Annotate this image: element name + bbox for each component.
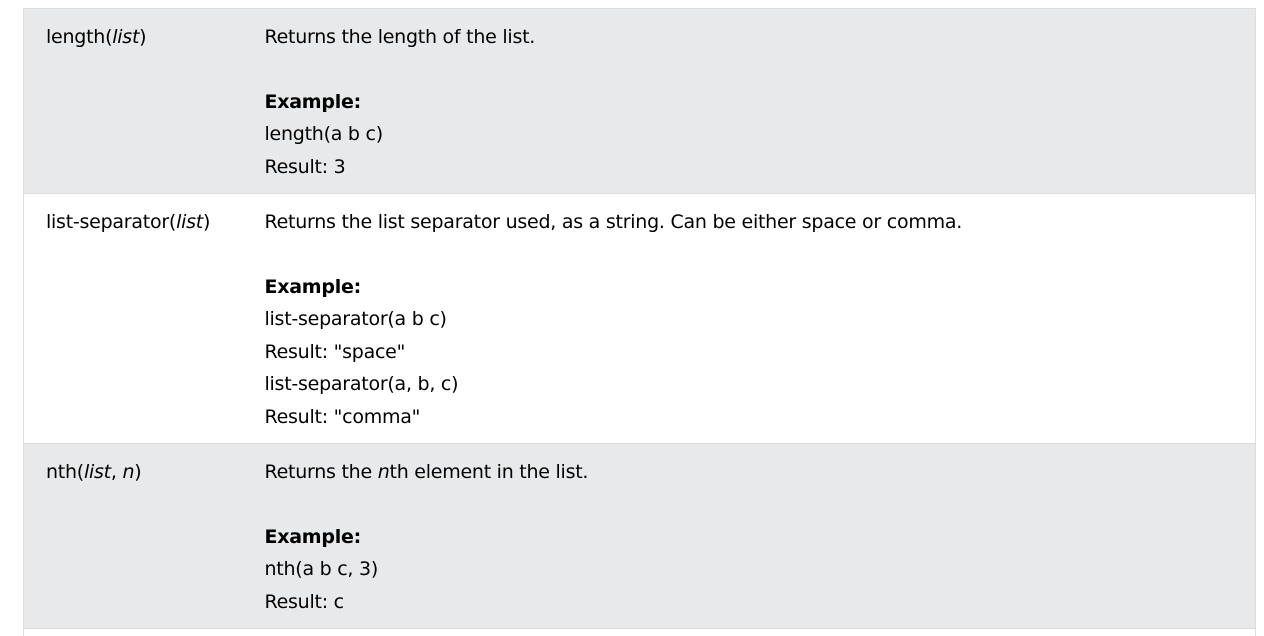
function-description-cell: Returns the nth element in the list. Exa… <box>242 443 1256 629</box>
arg-separator: , <box>110 461 123 483</box>
table-row-nth: nth(list, n) Returns the nth element in … <box>23 443 1256 629</box>
description-part: Returns the <box>264 461 378 483</box>
description-text: Returns the nth element in the list. <box>265 456 1234 489</box>
function-signature-cell: nth(list, n) <box>23 443 243 629</box>
paren-open: ( <box>168 211 177 233</box>
paren-close: ) <box>202 211 211 233</box>
example-result: Result: "space" <box>264 340 406 363</box>
function-signature-cell: length(list) <box>23 8 243 194</box>
function-description-cell: Returns the list separator used, as a st… <box>242 193 1256 444</box>
description-part: th element in the list. <box>389 461 589 483</box>
example-line: nth(a b c, 3) <box>264 558 379 580</box>
example-result: Result: "comma" <box>264 405 421 428</box>
table-row-length: length(list) Returns the length of the l… <box>23 8 1256 194</box>
example-line: list-separator(a, b, c) <box>264 373 459 395</box>
function-arg: list <box>112 26 140 48</box>
paren-close: ) <box>139 26 147 48</box>
paren-close: ) <box>134 461 142 483</box>
function-name: nth <box>46 461 77 483</box>
example-label: Example: <box>264 90 362 113</box>
example-label: Example: <box>264 275 362 298</box>
function-reference-table: length(list) Returns the length of the l… <box>23 8 1256 636</box>
function-signature-cell: list-separator(list) <box>23 193 243 444</box>
function-arg: list <box>176 211 203 233</box>
page: length(list) Returns the length of the l… <box>0 0 1264 636</box>
description-text: Returns the list separator used, as a st… <box>264 211 963 233</box>
function-arg: n <box>122 461 135 483</box>
description-text: Returns the length of the list. <box>264 26 536 48</box>
example-result: Result: c <box>264 590 345 613</box>
function-name: list-separator <box>46 211 169 233</box>
empty-cell <box>23 628 243 636</box>
empty-cell <box>242 628 1256 636</box>
example-result: Result: 3 <box>264 155 346 178</box>
function-description-cell: Returns the length of the list. Example:… <box>242 8 1256 194</box>
description-emphasis: n <box>377 461 390 483</box>
example-label: Example: <box>264 525 362 548</box>
table-row-list-separator: list-separator(list) Returns the list se… <box>23 193 1256 444</box>
example-line: list-separator(a b c) <box>264 308 447 330</box>
table-row-partial <box>23 628 1256 636</box>
paren-open: ( <box>76 461 84 483</box>
function-arg: list <box>83 461 111 483</box>
function-name: length <box>46 26 106 48</box>
example-line: length(a b c) <box>264 123 384 145</box>
